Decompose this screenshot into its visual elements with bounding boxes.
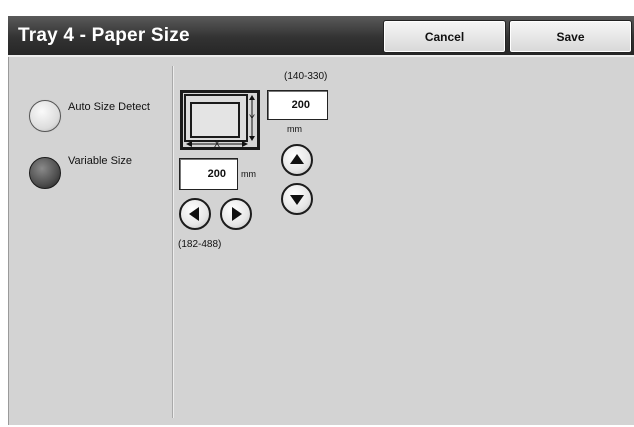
- variable-size-radio[interactable]: [29, 157, 61, 189]
- column-divider-highlight: [173, 66, 174, 418]
- cancel-button[interactable]: Cancel: [383, 20, 506, 53]
- page-title: Tray 4 - Paper Size: [18, 25, 190, 46]
- x-size-field[interactable]: 200: [179, 158, 238, 190]
- paper-size-diagram-icon: Y X: [180, 90, 260, 150]
- y-unit-label: mm: [287, 124, 302, 134]
- x-range-label: (182-488): [178, 239, 222, 250]
- svg-text:Y: Y: [249, 113, 255, 123]
- down-arrow-icon: [290, 195, 304, 205]
- y-size-value: 200: [291, 99, 310, 111]
- save-button[interactable]: Save: [509, 20, 632, 53]
- auto-size-detect-label[interactable]: Auto Size Detect: [68, 101, 150, 113]
- x-size-value: 200: [207, 168, 226, 180]
- y-decrease-button[interactable]: [281, 183, 313, 215]
- x-unit-label: mm: [241, 169, 256, 179]
- screen: Tray 4 - Paper Size Cancel Save Auto Siz…: [0, 0, 634, 427]
- x-increase-button[interactable]: [220, 198, 252, 230]
- up-arrow-icon: [290, 154, 304, 164]
- variable-size-label[interactable]: Variable Size: [68, 155, 132, 167]
- y-range-label: (140-330): [284, 71, 328, 82]
- title-separator: [8, 55, 634, 57]
- auto-size-detect-radio[interactable]: [29, 100, 61, 132]
- right-arrow-icon: [232, 207, 242, 221]
- x-decrease-button[interactable]: [179, 198, 211, 230]
- y-increase-button[interactable]: [281, 144, 313, 176]
- svg-text:X: X: [214, 139, 220, 149]
- y-size-field[interactable]: 200: [267, 90, 328, 120]
- left-arrow-icon: [189, 207, 199, 221]
